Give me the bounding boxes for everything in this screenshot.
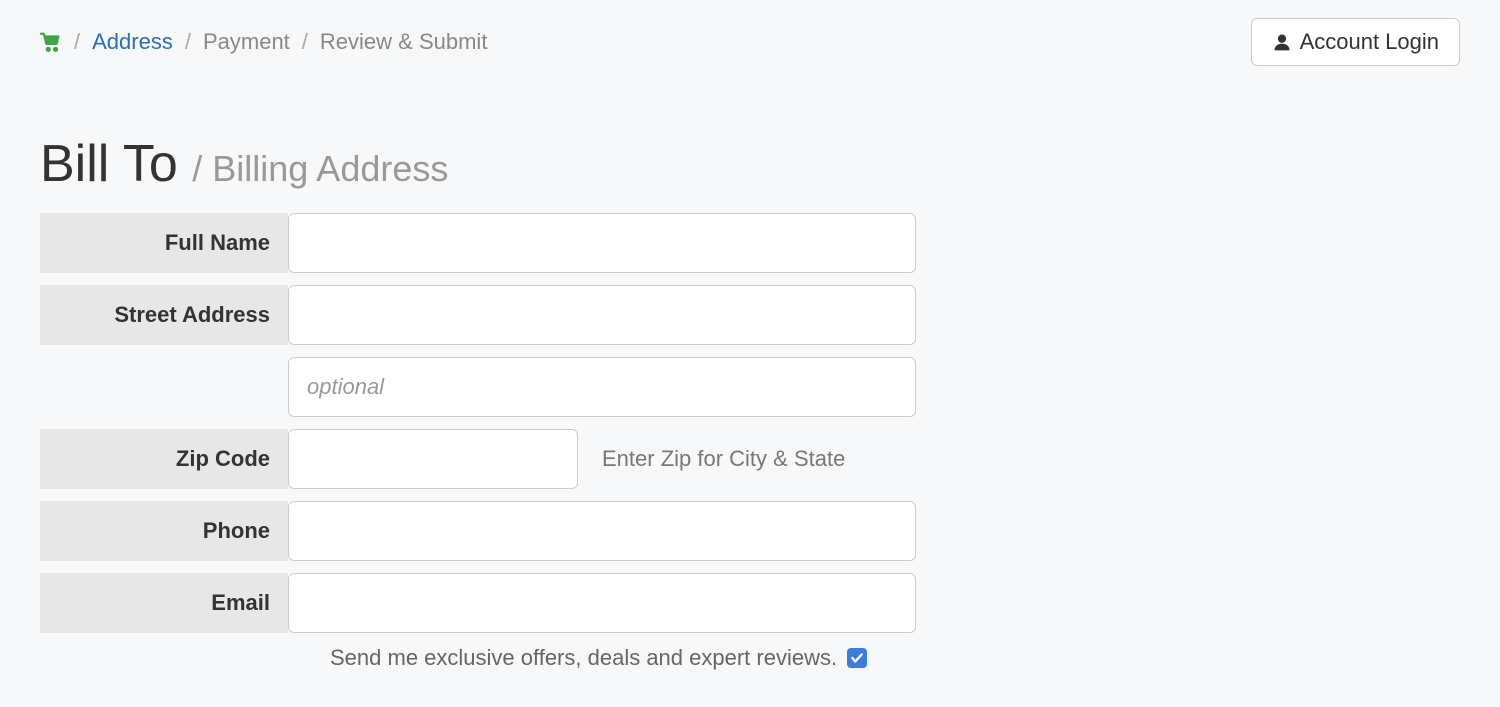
offers-label: Send me exclusive offers, deals and expe… (330, 645, 837, 671)
page-title-main: Bill To (40, 135, 178, 193)
street-address-field[interactable] (288, 285, 916, 345)
account-login-label: Account Login (1300, 29, 1439, 55)
email-label: Email (40, 573, 288, 633)
email-field[interactable] (288, 573, 916, 633)
breadcrumb-separator: / (185, 29, 191, 55)
phone-field[interactable] (288, 501, 916, 561)
full-name-label: Full Name (40, 213, 288, 273)
user-icon (1272, 32, 1292, 52)
zip-hint: Enter Zip for City & State (602, 446, 845, 472)
page-title: Bill To / Billing Address (40, 136, 1460, 193)
breadcrumb-step-review[interactable]: Review & Submit (320, 29, 488, 55)
breadcrumb-separator: / (302, 29, 308, 55)
page-title-sub: / Billing Address (192, 148, 448, 189)
account-login-button[interactable]: Account Login (1251, 18, 1460, 66)
cart-icon[interactable] (40, 31, 62, 53)
full-name-field[interactable] (288, 213, 916, 273)
phone-label: Phone (40, 501, 288, 561)
offers-checkbox[interactable] (847, 648, 867, 668)
street-address2-field[interactable] (288, 357, 916, 417)
zip-field[interactable] (288, 429, 578, 489)
street-address-label: Street Address (40, 285, 288, 345)
breadcrumb-step-address[interactable]: Address (92, 29, 173, 55)
zip-label: Zip Code (40, 429, 288, 489)
breadcrumb: / Address / Payment / Review & Submit (40, 29, 487, 55)
breadcrumb-step-payment[interactable]: Payment (203, 29, 290, 55)
breadcrumb-separator: / (74, 29, 80, 55)
street-address2-spacer (40, 357, 288, 417)
